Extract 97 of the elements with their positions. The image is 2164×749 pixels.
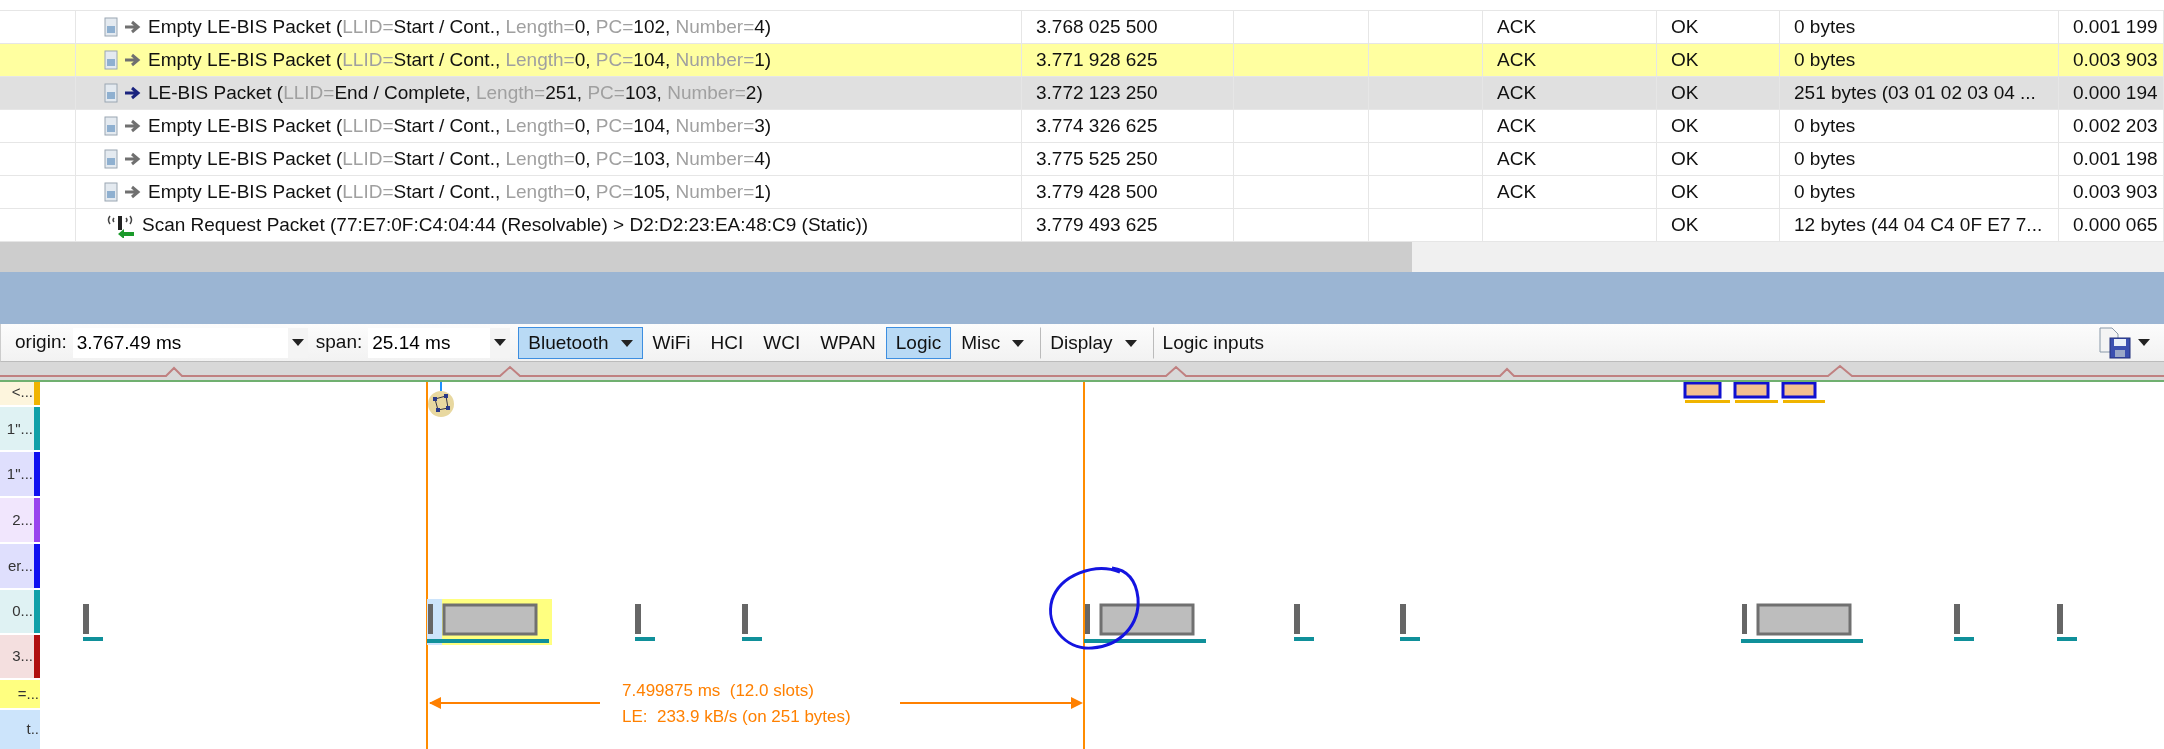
table-row[interactable]: Empty LE-BIS Packet (LLID=Start / Cont., Length=0, PC=103, Number=4) 3.775 525 250 ACK OK 0 bytes 0.001 198: [0, 143, 2164, 176]
lane-label[interactable]: =...: [0, 679, 40, 708]
toolbar-tab[interactable]: Misc: [951, 326, 1035, 359]
timestamp: 3.771 928 625: [1036, 49, 1158, 70]
packet-tick: [1400, 604, 1420, 641]
response-cell: ACK: [1497, 82, 1537, 103]
toolbar-tab[interactable]: Logic inputs: [1152, 326, 1274, 359]
response-cell: ACK: [1497, 16, 1537, 37]
table-row[interactable]: Empty LE-BIS Packet (LLID=Start / Cont., Length=0, PC=104, Number=1) 3.771 928 625 ACK OK 0 bytes 0.003 903: [0, 44, 2164, 77]
packet-summary: LE-BIS Packet (LLID=End / Complete, Length=251, PC=103, Number=2): [148, 81, 763, 105]
packet-summary: Empty LE-BIS Packet (LLID=Start / Cont., Length=0, PC=102, Number=4): [148, 15, 772, 39]
status-cell: OK: [1671, 49, 1699, 70]
delta-cell: 0.002 203: [2073, 115, 2158, 136]
arrow-icon: [124, 20, 142, 34]
delta-cell: 0.001 199: [2073, 16, 2158, 37]
packet-tick: [2057, 604, 2077, 641]
span-dropdown-button[interactable]: [490, 327, 511, 358]
packet-summary: Empty LE-BIS Packet (LLID=Start / Cont., Length=0, PC=105, Number=1): [148, 180, 772, 204]
packet-tick: [742, 604, 762, 641]
delta-cell: 0.000 194: [2073, 82, 2158, 103]
lane-label[interactable]: 1"...: [0, 407, 34, 451]
delta-cell: 0.003 903: [2073, 181, 2158, 202]
payload-cell: 0 bytes: [1794, 115, 1856, 136]
response-cell: ACK: [1497, 148, 1537, 169]
lane-label[interactable]: <...: [0, 382, 34, 406]
toolbar-tab[interactable]: WiFi: [642, 326, 701, 359]
toolbar-tab[interactable]: Display: [1040, 326, 1147, 359]
status-cell: OK: [1671, 115, 1699, 136]
caret-icon: [291, 339, 304, 346]
table-row[interactable]: LE-BIS Packet (LLID=End / Complete, Length=251, PC=103, Number=2) 3.772 123 250 ACK OK 251 bytes (03 01 02 03 04 ... 0.000 194: [0, 77, 2164, 110]
document-icon: [104, 50, 118, 70]
delta-cell: 0.003 903: [2073, 49, 2158, 70]
packet-tick: [1954, 604, 1974, 641]
arrow-icon: [124, 53, 142, 67]
packet-tick: [83, 604, 103, 641]
toolbar-tab[interactable]: WCI: [753, 326, 811, 359]
status-cell: OK: [1671, 16, 1699, 37]
packet-block: [1683, 382, 1730, 403]
payload-cell: 0 bytes: [1794, 148, 1856, 169]
response-cell: ACK: [1497, 49, 1537, 70]
span-label: span:: [315, 330, 363, 355]
lane-label[interactable]: t..: [0, 710, 40, 749]
lane-label[interactable]: 3...: [0, 634, 34, 678]
lane-label[interactable]: 2...: [0, 498, 34, 542]
packet-summary: Empty LE-BIS Packet (LLID=Start / Cont., Length=0, PC=104, Number=1): [148, 48, 772, 72]
timestamp: 3.779 493 625: [1036, 214, 1158, 235]
status-cell: OK: [1671, 148, 1699, 169]
arrow-icon: [124, 86, 142, 100]
origin-dropdown-button[interactable]: [287, 327, 308, 358]
payload-cell: 0 bytes: [1794, 181, 1856, 202]
horizontal-scrollbar[interactable]: [0, 242, 2164, 272]
arrow-icon: [124, 185, 142, 199]
timestamp: 3.775 525 250: [1036, 148, 1158, 169]
status-cell: OK: [1671, 82, 1699, 103]
timestamp: 3.779 428 500: [1036, 181, 1158, 202]
response-cell: ACK: [1497, 181, 1537, 202]
lane-label[interactable]: er...: [0, 544, 34, 588]
lane-label[interactable]: 1"...: [0, 452, 34, 497]
packet-tick: [1294, 604, 1314, 641]
timestamp: 3.768 025 500: [1036, 16, 1158, 37]
toolbar-tab[interactable]: WPAN: [810, 326, 886, 359]
document-icon: [104, 17, 118, 37]
lane-label[interactable]: 0...: [0, 589, 34, 633]
table-row[interactable]: Empty LE-BIS Packet (LLID=Start / Cont., Length=0, PC=105, Number=1) 3.779 428 500 ACK OK 0 bytes 0.003 903: [0, 176, 2164, 209]
document-icon: [104, 116, 118, 136]
response-cell: ACK: [1497, 115, 1537, 136]
delta-cell: 0.000 065: [2073, 214, 2158, 235]
arrow-icon: [124, 152, 142, 166]
status-cell: OK: [1671, 214, 1699, 235]
packet-summary: Empty LE-BIS Packet (LLID=Start / Cont., Length=0, PC=103, Number=4): [148, 147, 772, 171]
packet-block: [1781, 382, 1825, 403]
duration-label: 7.499875 ms (12.0 slots): [622, 681, 814, 700]
timestamp: 3.774 326 625: [1036, 115, 1158, 136]
origin-label: origin:: [15, 330, 67, 355]
scrollbar-thumb[interactable]: [0, 242, 1412, 272]
document-icon: [104, 83, 118, 103]
table-row[interactable]: Empty LE-BIS Packet (LLID=Start / Cont., Length=0, PC=104, Number=3) 3.774 326 625 ACK OK 0 bytes 0.002 203: [0, 110, 2164, 143]
timestamp: 3.772 123 250: [1036, 82, 1158, 103]
document-icon: [104, 149, 118, 169]
packet-summary: Empty LE-BIS Packet (LLID=Start / Cont., Length=0, PC=104, Number=3): [148, 114, 772, 138]
packet-block: [1733, 382, 1778, 403]
toolbar-tab[interactable]: Bluetooth: [518, 326, 643, 359]
toolbar-tab[interactable]: Logic: [885, 326, 952, 359]
throughput-label: LE: 233.9 kB/s (on 251 bytes): [622, 707, 851, 726]
payload-cell: 0 bytes: [1794, 49, 1856, 70]
packet-tick: [635, 604, 655, 641]
status-cell: OK: [1671, 181, 1699, 202]
payload-cell: 0 bytes: [1794, 16, 1856, 37]
packet-summary: Scan Request Packet (77:E7:0F:C4:04:44 (Resolvable) > D2:D2:23:EA:48:C9 (Static)): [142, 213, 869, 237]
delta-cell: 0.001 198: [2073, 148, 2158, 169]
document-icon: [104, 182, 118, 202]
caret-icon: [494, 339, 507, 346]
network-icon: [428, 382, 454, 417]
payload-cell: 12 bytes (44 04 C4 0F E7 7...: [1794, 214, 2043, 235]
payload-cell: 251 bytes (03 01 02 03 04 ...: [1794, 82, 2036, 103]
toolbar-tab[interactable]: HCI: [700, 326, 754, 359]
arrow-icon: [124, 119, 142, 133]
